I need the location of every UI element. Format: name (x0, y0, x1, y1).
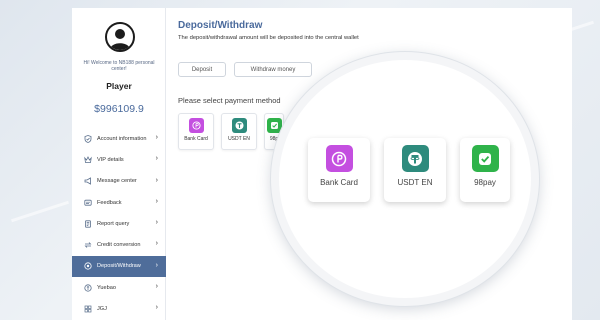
tab-withdraw-money[interactable]: Withdraw money (234, 62, 312, 77)
sidebar-item-yuebao[interactable]: Yuebao › (72, 277, 166, 298)
payment-method-list: Bank Card USDT EN 98p (178, 113, 284, 150)
bank-card-icon (188, 118, 204, 133)
tab-deposit[interactable]: Deposit (178, 62, 226, 77)
chevron-right-icon: › (155, 134, 158, 141)
bank-card-icon (325, 145, 353, 172)
payment-option-usdt-en[interactable]: USDT EN (221, 113, 257, 150)
payment-option-label: 98pay (474, 178, 496, 187)
wallet-balance: $996109.9 (94, 103, 144, 115)
sidebar-item-label: Credit conversion (97, 242, 141, 249)
background-streak (11, 200, 69, 223)
payment-option-label: USDT EN (397, 178, 433, 187)
shield-icon (84, 134, 92, 143)
avatar[interactable] (105, 22, 135, 52)
sidebar: Hi! Welcome to NB188 personal center! Pl… (72, 8, 166, 320)
sidebar-menu: Account information › VIP details › Mess… (72, 128, 166, 320)
yuebao-icon (84, 284, 92, 292)
chevron-right-icon: › (155, 219, 158, 227)
sidebar-item-label: JGJ (97, 306, 107, 313)
username: Player (106, 81, 132, 91)
sidebar-item-label: Message center (97, 178, 137, 185)
usdt-icon (401, 145, 429, 172)
98pay-icon (471, 145, 499, 172)
chevron-right-icon: › (155, 197, 158, 205)
payment-option-label: Bank Card (320, 178, 358, 187)
chevron-right-icon: › (155, 283, 158, 291)
zoomed-payment-option-bank-card[interactable]: Bank Card (308, 138, 370, 202)
zoomed-payment-method-list: Bank Card USDT EN 98pay (308, 138, 510, 202)
sidebar-item-label: Account information (97, 135, 147, 142)
chevron-right-icon: › (155, 155, 158, 163)
zoomed-payment-option-usdt-en[interactable]: USDT EN (384, 138, 446, 202)
sidebar-item-label: Yuebao (97, 284, 116, 291)
deposit-withdraw-tabs: Deposit Withdraw money (178, 62, 312, 77)
page-subtitle: The deposit/withdrawal amount will be de… (178, 35, 359, 41)
megaphone-icon (84, 177, 92, 185)
sidebar-item-report-query[interactable]: Report query › (72, 213, 166, 234)
chevron-right-icon: › (155, 176, 158, 184)
page-title: Deposit/Withdraw (178, 20, 263, 31)
chevron-right-icon: › (155, 261, 158, 269)
report-icon (84, 220, 92, 228)
crown-icon (84, 156, 92, 164)
wallet-icon (84, 262, 92, 271)
payment-option-bank-card[interactable]: Bank Card (178, 113, 214, 150)
payment-option-label: Bank Card (184, 136, 208, 142)
sidebar-item-credit-conversion[interactable]: Credit conversion › (72, 234, 166, 255)
zoomed-payment-option-98pay[interactable]: 98pay (460, 138, 510, 202)
grid-icon (84, 305, 92, 313)
zoom-magnifier: Bank Card USDT EN 98pay (271, 52, 539, 306)
payment-option-label: USDT EN (228, 136, 250, 142)
feedback-icon (84, 199, 92, 207)
payment-method-label: Please select payment method (178, 96, 281, 105)
chevron-right-icon: › (155, 240, 158, 248)
sidebar-item-label: Feedback (97, 199, 122, 206)
chevron-right-icon: › (155, 304, 158, 312)
sidebar-item-label: Report query (97, 220, 130, 227)
sidebar-item-deposit-withdraw[interactable]: Deposit/Withdraw › (72, 255, 166, 278)
user-icon (110, 29, 130, 50)
sidebar-item-jgj[interactable]: JGJ › (72, 298, 166, 319)
98pay-icon (266, 118, 282, 133)
conversion-icon (84, 241, 92, 249)
sidebar-item-label: VIP details (97, 156, 124, 163)
sidebar-item-account-information[interactable]: Account information › (72, 128, 166, 149)
sidebar-item-vip-details[interactable]: VIP details › (72, 149, 166, 170)
sidebar-item-feedback[interactable]: Feedback › (72, 192, 166, 213)
usdt-icon (231, 118, 247, 133)
sidebar-item-label: Deposit/Withdraw (97, 263, 141, 270)
welcome-text: Hi! Welcome to NB188 personal center! (83, 60, 155, 72)
sidebar-item-message-center[interactable]: Message center › (72, 171, 166, 192)
